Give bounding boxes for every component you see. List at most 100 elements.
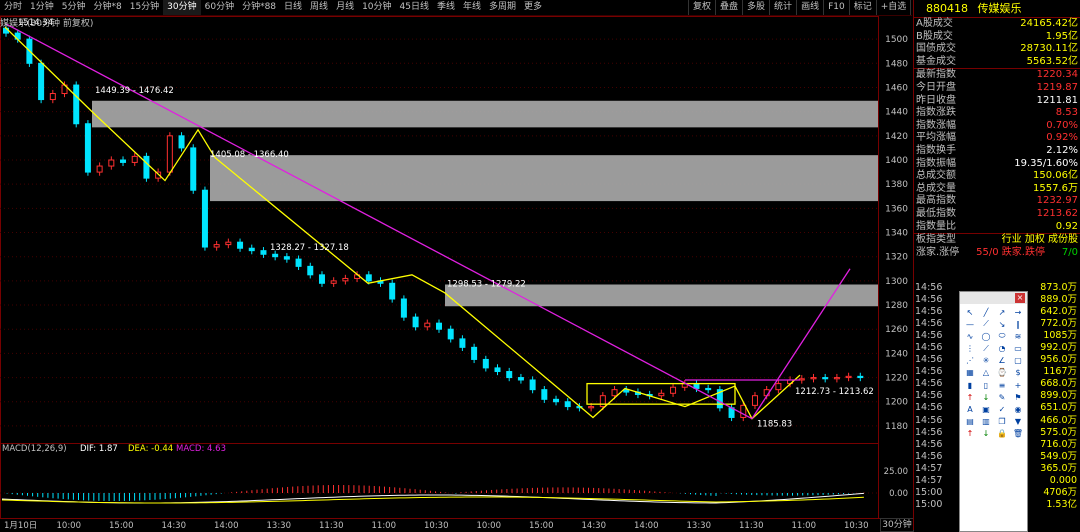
tick-volume: 651.0万 bbox=[1040, 402, 1077, 414]
candle-body bbox=[822, 377, 829, 380]
candle-body bbox=[318, 274, 325, 284]
hbars-icon[interactable]: ≡ bbox=[994, 379, 1010, 391]
x-tick-label: 11:30 bbox=[319, 521, 344, 530]
stat-label: 国债成交 bbox=[916, 43, 956, 55]
line-icon[interactable]: ╱ bbox=[978, 306, 994, 318]
candle-body bbox=[73, 84, 80, 125]
candle-body bbox=[529, 379, 536, 391]
candle-body bbox=[670, 386, 677, 394]
note-icon[interactable]: ✎ bbox=[994, 391, 1010, 403]
drawing-toolbox[interactable]: × ↖ ╱ ↗ → — ⟋ ↘ ∥ ∿ ◯ ⬭ ≋ ⋮ ⟋ ◔ ▭ ⋰ ✳ ∠ ▢ ▦ △ ⌚ $ ▮ ▯ ≡ + ↑ ↓ ✎ ⚑ A ▣ ✓ ◉ ▤ ▥… bbox=[959, 291, 1028, 532]
channel-icon[interactable]: ≋ bbox=[1010, 330, 1026, 342]
macd-label: MACD(12,26,9) bbox=[2, 444, 67, 454]
candle-body bbox=[248, 247, 255, 252]
toolbox-header[interactable]: × bbox=[960, 292, 1027, 304]
price-icon[interactable]: $ bbox=[1010, 367, 1026, 379]
h-line-icon[interactable]: — bbox=[962, 318, 978, 330]
pointer-icon[interactable]: ↖ bbox=[962, 306, 978, 318]
trash-icon[interactable]: 🗑 bbox=[1010, 428, 1026, 440]
save-icon[interactable]: ▼ bbox=[1010, 416, 1026, 428]
angle-icon[interactable]: ∠ bbox=[994, 355, 1010, 367]
calc-icon[interactable]: ▥ bbox=[978, 416, 994, 428]
candle-body bbox=[833, 377, 840, 380]
mark-icon[interactable]: ✓ bbox=[994, 404, 1010, 416]
tick-time: 14:56 bbox=[915, 366, 943, 378]
kline-chart[interactable]: 1500 1480 1460 1440 1420 1400 1380 1360 1340 1320… bbox=[0, 0, 912, 530]
stamp-icon[interactable]: ◉ bbox=[1010, 404, 1026, 416]
speed-line-icon[interactable]: ⟋ bbox=[978, 343, 994, 355]
tick-time: 14:56 bbox=[915, 306, 943, 318]
stat-row: B股成交 1.95亿 bbox=[914, 31, 1080, 44]
grid-icon[interactable]: ▦ bbox=[962, 367, 978, 379]
wave-icon[interactable]: ∿ bbox=[962, 330, 978, 342]
macd-plot-frame bbox=[0, 443, 879, 519]
macd-label: DIF: 1.87 bbox=[80, 444, 118, 454]
gann-icon[interactable]: ✳ bbox=[978, 355, 994, 367]
candle-body bbox=[178, 135, 185, 149]
arrow-line-icon[interactable]: ↘ bbox=[994, 318, 1010, 330]
stat-value: 55/0 跌家.跌停 bbox=[976, 246, 1045, 258]
stat-row: 指数量比 0.92 bbox=[914, 221, 1080, 234]
lock-icon[interactable]: 🔒 bbox=[994, 428, 1010, 440]
stat-label: 最低指数 bbox=[916, 207, 956, 219]
candle-body bbox=[49, 93, 56, 101]
y-tick-label: 1280 bbox=[885, 301, 908, 311]
down-arrow-icon[interactable]: ↓ bbox=[978, 391, 994, 403]
cross-icon[interactable]: + bbox=[1010, 379, 1026, 391]
text-icon[interactable]: A bbox=[962, 404, 978, 416]
up-icon[interactable]: ↑ bbox=[962, 428, 978, 440]
ellipse-icon[interactable]: ⬭ bbox=[994, 330, 1010, 342]
fan-icon[interactable]: ⋰ bbox=[962, 355, 978, 367]
tick-volume: 873.0万 bbox=[1040, 282, 1077, 293]
tick-volume: 899.0万 bbox=[1040, 390, 1077, 402]
y-tick-label: 1240 bbox=[885, 349, 908, 359]
y-tick-label: 1380 bbox=[885, 180, 908, 190]
stat-value: 1213.62 bbox=[1036, 207, 1078, 219]
tick-volume: 956.0万 bbox=[1040, 354, 1077, 366]
stat-label: 总成交额 bbox=[916, 170, 956, 182]
stat-value: 2.12% bbox=[1046, 144, 1078, 156]
candle-body bbox=[471, 346, 478, 360]
close-icon[interactable]: × bbox=[1015, 293, 1025, 303]
time-icon[interactable]: ⌚ bbox=[994, 367, 1010, 379]
x-tick-label: 14:30 bbox=[162, 521, 187, 530]
stat-value: 8.53 bbox=[1055, 107, 1078, 119]
copy-icon[interactable]: ❐ bbox=[994, 416, 1010, 428]
x-tick-label: 1月10日 bbox=[4, 521, 37, 530]
y-tick-label: 1180 bbox=[885, 422, 908, 432]
image-icon[interactable]: ▣ bbox=[978, 404, 994, 416]
index-stats-list: A股成交 24165.42亿 B股成交 1.95亿 国债成交 28730.11亿 基金成交 5… bbox=[914, 18, 1080, 259]
box-icon[interactable]: ▢ bbox=[1010, 355, 1026, 367]
stat-row: 最低指数 1213.62 bbox=[914, 208, 1080, 221]
arrow-icon[interactable]: → bbox=[1010, 306, 1026, 318]
parallel-icon[interactable]: ∥ bbox=[1010, 318, 1026, 330]
extend-line-icon[interactable]: ⟋ bbox=[978, 318, 994, 330]
up-arrow-icon[interactable]: ↑ bbox=[962, 391, 978, 403]
candle-body bbox=[131, 155, 138, 163]
stat-label: 基金成交 bbox=[916, 55, 956, 67]
bars-icon[interactable]: ▮ bbox=[962, 379, 978, 391]
triangle-icon[interactable]: △ bbox=[978, 367, 994, 379]
chart-icon[interactable]: ▤ bbox=[962, 416, 978, 428]
down-icon[interactable]: ↓ bbox=[978, 428, 994, 440]
candle-body bbox=[436, 322, 442, 330]
stat-value: 0.92% bbox=[1046, 132, 1078, 144]
cycle-icon[interactable]: ◔ bbox=[994, 343, 1010, 355]
tick-time: 14:56 bbox=[915, 390, 943, 402]
stat-label: 指数量比 bbox=[916, 220, 956, 232]
ray-icon[interactable]: ↗ bbox=[994, 306, 1010, 318]
candle-body bbox=[190, 147, 197, 191]
candle-body bbox=[389, 282, 396, 300]
candle-body bbox=[517, 377, 524, 381]
vbars-icon[interactable]: ▯ bbox=[978, 379, 994, 391]
y-tick-label: 1220 bbox=[885, 374, 908, 384]
flag-icon[interactable]: ⚑ bbox=[1010, 391, 1026, 403]
rect-icon[interactable]: ▭ bbox=[1010, 343, 1026, 355]
stat-row: 平均涨幅 0.92% bbox=[914, 132, 1080, 145]
x-tick-label: 10:00 bbox=[57, 521, 82, 530]
circle-icon[interactable]: ◯ bbox=[978, 330, 994, 342]
tick-time: 14:56 bbox=[915, 402, 943, 414]
fib-icon[interactable]: ⋮ bbox=[962, 343, 978, 355]
candle-body bbox=[775, 383, 782, 391]
stat-label: 今日开盘 bbox=[916, 81, 956, 93]
